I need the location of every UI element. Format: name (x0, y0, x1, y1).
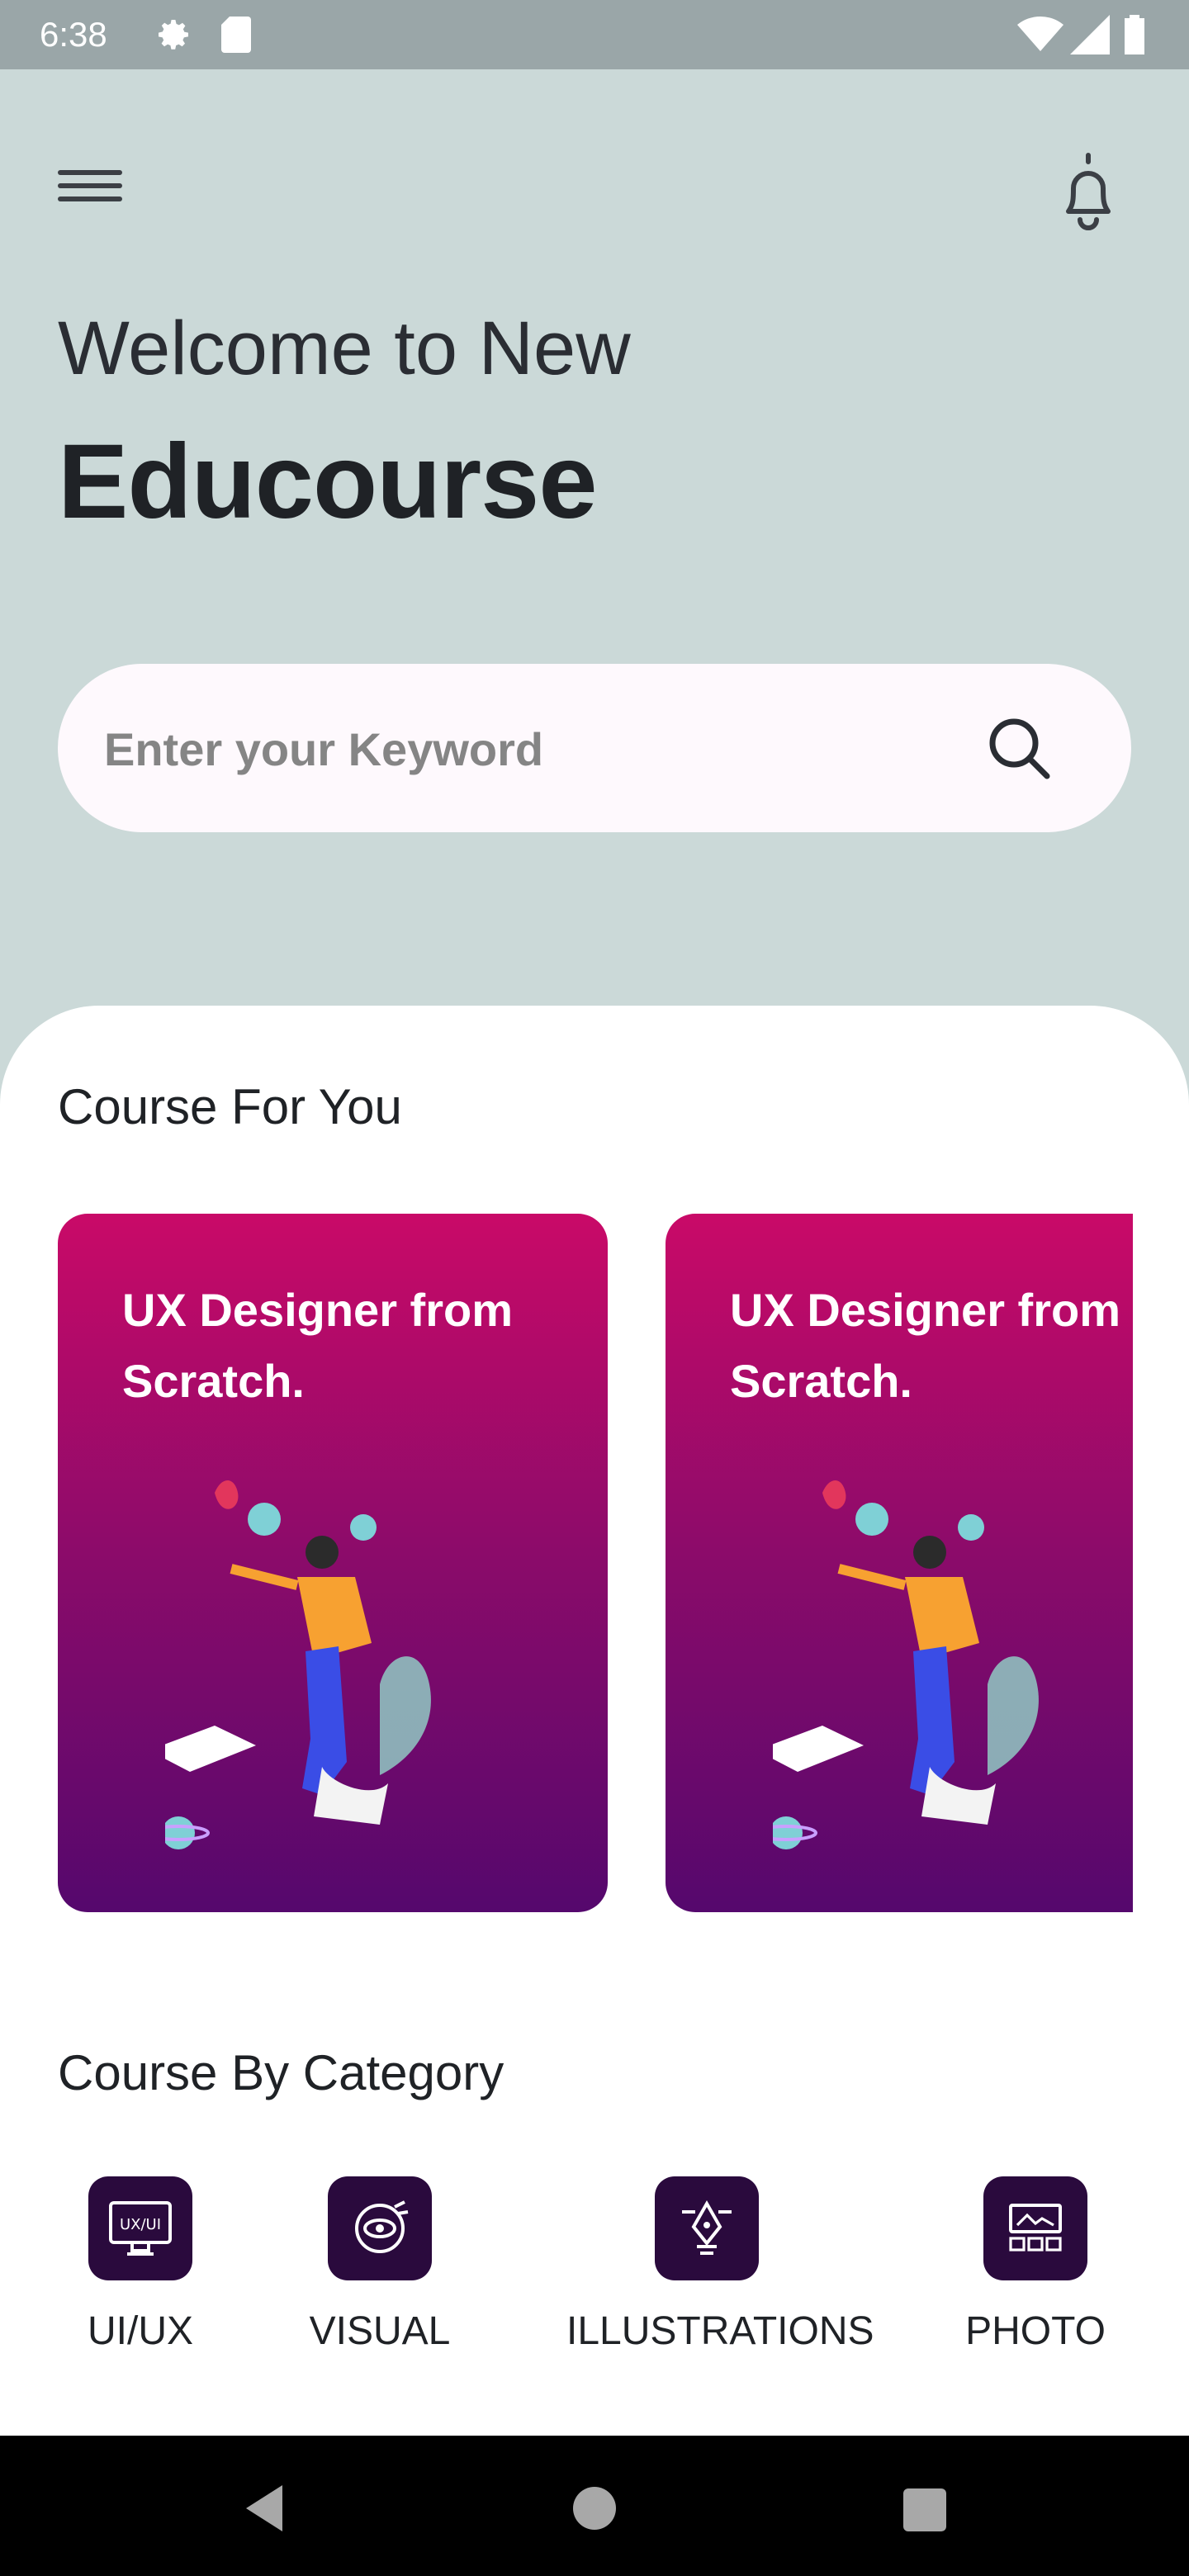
notification-button[interactable] (1047, 149, 1130, 239)
header-area (0, 69, 1189, 1060)
status-time: 6:38 (40, 15, 107, 54)
course-card-title: UX Designer from Scratch. (730, 1284, 1120, 1407)
monitor-icon: UX/UI (88, 2176, 192, 2280)
home-icon[interactable] (561, 2475, 628, 2541)
back-icon[interactable] (233, 2475, 299, 2541)
signal-icon (1070, 15, 1110, 54)
menu-line (58, 183, 122, 188)
eye-target-icon (328, 2176, 432, 2280)
menu-line (58, 197, 122, 201)
search-bar (58, 664, 1131, 832)
course-for-you-heading: Course For You (58, 1079, 402, 1134)
search-input[interactable] (102, 715, 931, 783)
category-label: VISUAL (309, 2309, 451, 2353)
course-card-title: UX Designer from Scratch. (122, 1284, 513, 1407)
category-photo[interactable]: PHOTO (963, 2176, 1108, 2354)
course-by-category-heading: Course By Category (58, 2045, 504, 2100)
search-icon[interactable] (981, 710, 1060, 789)
category-label: UI/UX (87, 2309, 193, 2353)
bell-icon (1066, 153, 1111, 230)
menu-line (58, 170, 122, 175)
gallery-icon (983, 2176, 1087, 2280)
gear-icon (159, 20, 188, 50)
svg-text:UX/UI: UX/UI (120, 2216, 161, 2233)
brand-title: Educourse (58, 423, 597, 541)
category-label: PHOTO (965, 2309, 1106, 2353)
category-label: ILLUSTRATIONS (566, 2309, 874, 2353)
course-illustration (165, 1480, 431, 1849)
course-illustration (773, 1480, 1039, 1849)
course-card[interactable]: UX Designer from Scratch. (666, 1214, 1133, 1912)
category-illustrations[interactable]: ILLUSTRATIONS (566, 2176, 874, 2354)
menu-button[interactable] (58, 162, 140, 228)
wifi-icon (1017, 16, 1063, 52)
category-visual[interactable]: VISUAL (307, 2176, 452, 2354)
course-card[interactable]: UX Designer from Scratch. (58, 1214, 608, 1912)
welcome-text: Welcome to New (58, 306, 631, 391)
category-uiux[interactable]: UX/UI UI/UX (74, 2176, 206, 2354)
status-bar: 6:38 (0, 0, 1189, 69)
system-nav-bar (0, 2436, 1189, 2576)
sd-card-icon (221, 17, 251, 53)
battery-icon (1125, 15, 1144, 54)
pen-tool-icon (655, 2176, 759, 2280)
recents-icon[interactable] (890, 2475, 956, 2541)
